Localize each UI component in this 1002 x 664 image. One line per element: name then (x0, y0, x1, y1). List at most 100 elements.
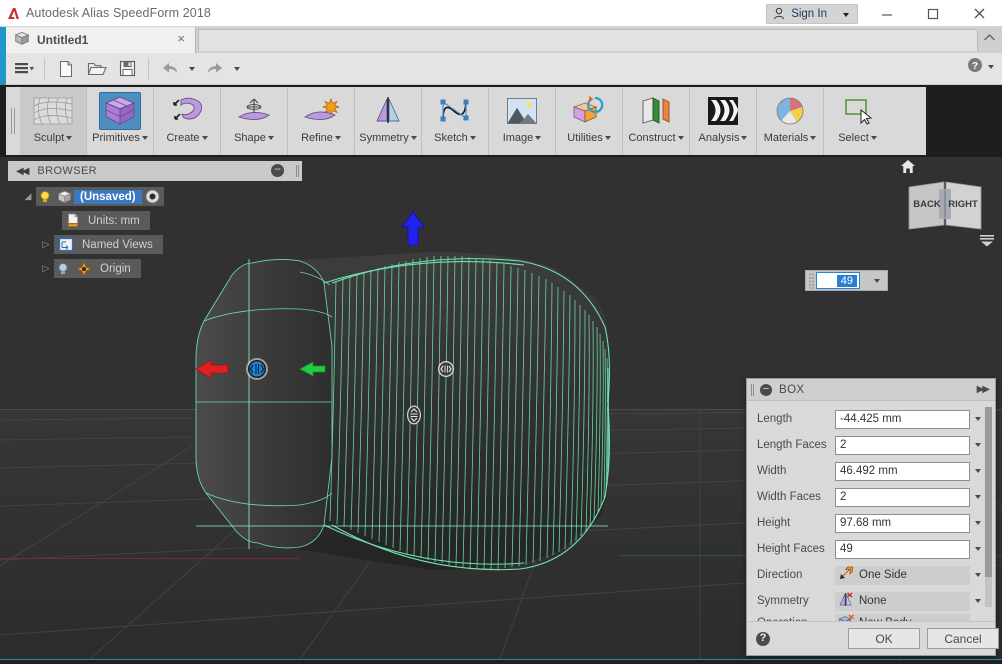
minus-circle-icon[interactable]: − (271, 163, 284, 177)
dialog-scrollbar[interactable] (985, 407, 992, 607)
ribbon-tab-image[interactable]: Image (489, 87, 556, 155)
redo-dropdown[interactable] (230, 53, 244, 85)
field-label: Height Faces (757, 543, 825, 555)
browser-grip[interactable] (296, 165, 297, 177)
ribbon-tab-label: Primitives (92, 132, 140, 144)
expand-twisty-icon[interactable]: ▷ (38, 263, 54, 274)
help-question-icon[interactable]: ? (967, 57, 983, 76)
height-input[interactable]: 97.68 mm (835, 513, 970, 533)
close-tab-icon[interactable]: × (177, 32, 185, 46)
direction-dropdown[interactable] (970, 566, 985, 585)
expand-twisty-icon[interactable]: ◢ (20, 191, 36, 202)
ribbon-tab-symmetry[interactable]: Symmetry (355, 87, 422, 155)
browser-header[interactable]: ◀◀ BROWSER − (8, 161, 302, 181)
undo-button[interactable] (154, 53, 185, 85)
maximize-button[interactable] (910, 0, 956, 27)
document-tab[interactable]: Untitled1 × (6, 27, 196, 53)
sign-in-button[interactable]: Sign In (766, 3, 858, 24)
redo-button[interactable] (199, 53, 230, 85)
save-button[interactable] (112, 53, 143, 85)
double-right-arrow-icon[interactable]: ▶▶ (977, 384, 990, 395)
ok-button[interactable]: OK (848, 628, 920, 649)
view-cube[interactable]: BACK RIGHT (905, 179, 985, 234)
visibility-bulb-icon[interactable] (54, 262, 72, 276)
open-folder-button[interactable] (81, 53, 112, 85)
height-faces-input[interactable]: 49 (835, 539, 970, 559)
help-question-icon[interactable]: ? (756, 631, 770, 646)
symmetry-dropdown[interactable] (970, 592, 985, 611)
analysis-zebra-icon (702, 92, 744, 130)
height-dropdown[interactable] (970, 514, 985, 533)
viewcube-menu-icon[interactable] (978, 234, 996, 247)
cancel-button[interactable]: Cancel (927, 628, 999, 649)
browser-item-unsaved[interactable]: ◢ (Unsaved) (20, 187, 164, 206)
operation-dropdown[interactable] (970, 614, 985, 621)
visibility-bulb-icon[interactable] (36, 190, 54, 204)
undo-dropdown[interactable] (185, 53, 199, 85)
box-dialog[interactable]: − BOX ▶▶ Length -44.425 mm Length Faces … (746, 378, 999, 656)
ribbon-tab-label: Image (502, 132, 534, 144)
window-controls: Sign In (766, 0, 1002, 27)
length-faces-input[interactable]: 2 (835, 435, 970, 455)
home-icon[interactable] (900, 159, 916, 175)
symmetry-select[interactable]: None (835, 591, 970, 611)
field-value: -44.425 mm (840, 413, 902, 425)
width-dropdown[interactable] (970, 462, 985, 481)
3d-viewport[interactable]: ◀◀ BROWSER − ◢ (Unsaved) Units: mm ▷ Nam… (0, 157, 1002, 659)
length-faces-dropdown[interactable] (970, 436, 985, 455)
close-button[interactable] (956, 0, 1002, 27)
width-arrow-handle (299, 361, 326, 377)
ribbon-tab-materials[interactable]: Materials (757, 87, 824, 155)
new-document-button[interactable] (50, 53, 81, 85)
visibility-dot-icon[interactable] (142, 189, 164, 204)
ribbon-tab-shape[interactable]: Shape (221, 87, 288, 155)
ribbon-tab-refine[interactable]: Refine (288, 87, 355, 155)
ribbon-grip[interactable] (6, 87, 20, 155)
minus-circle-icon[interactable]: − (760, 383, 772, 396)
ribbon-tab-analysis[interactable]: Analysis (690, 87, 757, 155)
field-label: Width (757, 465, 787, 477)
length-dropdown[interactable] (970, 410, 985, 429)
toolbar-divider (44, 58, 45, 79)
collapse-ribbon-icon[interactable] (983, 31, 996, 45)
inline-value-text: 49 (836, 274, 857, 287)
dialog-grip[interactable] (751, 383, 752, 396)
chevron-down-icon (267, 136, 274, 140)
width-faces-input[interactable]: 2 (835, 487, 970, 507)
browser-item-named-views[interactable]: ▷ Named Views (38, 235, 163, 254)
field-row-operation: Operation New Body (747, 614, 995, 621)
field-value: 49 (840, 543, 853, 555)
field-label: Direction (757, 569, 803, 581)
direction-select[interactable]: One Side (835, 565, 970, 585)
ribbon-tab-label: Sketch (434, 132, 468, 144)
ribbon-tab-sketch[interactable]: Sketch (422, 87, 489, 155)
inline-value-dropdown[interactable] (866, 270, 888, 291)
height-scale-handle (407, 405, 421, 425)
double-left-arrow-icon[interactable]: ◀◀ (16, 166, 29, 177)
expand-twisty-icon[interactable]: ▷ (38, 239, 54, 250)
width-input[interactable]: 46.492 mm (835, 461, 970, 481)
height-faces-dropdown[interactable] (970, 540, 985, 559)
inline-value-field[interactable]: 49 (816, 272, 860, 289)
length-input[interactable]: -44.425 mm (835, 409, 970, 429)
ribbon-tab-sculpt[interactable]: Sculpt (20, 87, 87, 155)
browser-item-units[interactable]: Units: mm (62, 211, 150, 230)
box-dialog-titlebar[interactable]: − BOX ▶▶ (747, 379, 995, 401)
width-faces-dropdown[interactable] (970, 488, 985, 507)
ribbon-panel: Sculpt Primitives Create Shape Refine Sy… (6, 87, 926, 155)
browser-item-origin[interactable]: ▷ Origin (38, 259, 141, 278)
ribbon-tab-create[interactable]: Create (154, 87, 221, 155)
chevron-down-icon (974, 469, 981, 473)
primitives-cube-icon (99, 92, 141, 130)
ribbon-tab-select[interactable]: Select (824, 87, 891, 155)
ribbon-tab-primitives[interactable]: Primitives (87, 87, 154, 155)
ribbon-tab-construct[interactable]: Construct (623, 87, 690, 155)
chevron-down-icon (974, 495, 981, 499)
ribbon-tab-utilities[interactable]: Utilities (556, 87, 623, 155)
drag-dots-icon[interactable] (806, 271, 816, 290)
ribbon-tab-label: Select (838, 132, 869, 144)
chevron-down-icon[interactable] (988, 64, 994, 69)
application-menu-button[interactable] (8, 53, 39, 85)
minimize-button[interactable] (864, 0, 910, 27)
operation-select[interactable]: New Body (835, 614, 970, 621)
